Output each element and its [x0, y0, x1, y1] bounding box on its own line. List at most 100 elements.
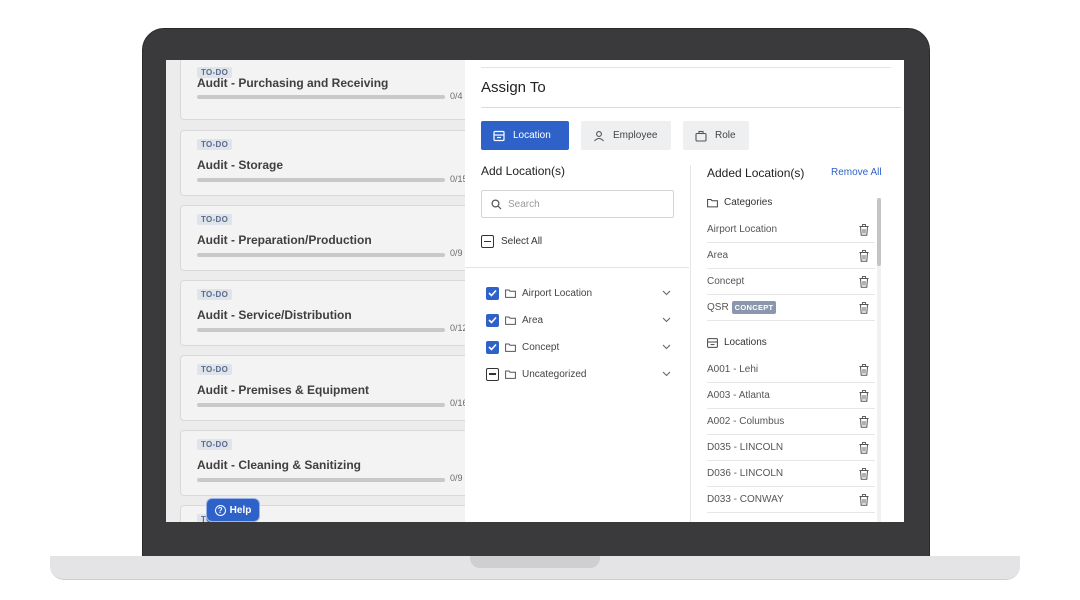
partial-checkbox-icon[interactable]	[486, 367, 499, 381]
added-location-item: A003 - Atlanta	[707, 383, 875, 409]
added-item-label-wrap: QSR CONCEPT	[707, 301, 859, 314]
tree-item-concept[interactable]: Concept	[486, 338, 671, 356]
scrollbar-thumb[interactable]	[877, 198, 881, 266]
trash-icon[interactable]	[859, 389, 869, 402]
select-all-label: Select All	[501, 236, 543, 247]
task-progress-bar	[197, 95, 445, 99]
add-locations-heading: Add Location(s)	[481, 164, 566, 178]
chevron-down-icon[interactable]	[662, 290, 671, 296]
task-list: TO-DO Audit - Purchasing and Receiving 0…	[166, 60, 466, 522]
chevron-down-icon[interactable]	[662, 344, 671, 350]
tab-role-label: Role	[715, 130, 736, 141]
added-category-item: Airport Location	[707, 217, 875, 243]
added-item-label: A002 - Columbus	[707, 416, 785, 427]
added-item-label: A001 - Lehi	[707, 364, 759, 375]
task-card[interactable]: TO-DO Audit - Cleaning & Sanitizing 0/9	[180, 430, 466, 496]
folder-icon	[707, 198, 718, 207]
added-item-label: D036 - LINCOLN	[707, 468, 784, 479]
divider	[481, 67, 891, 68]
categories-heading-label: Categories	[724, 197, 773, 208]
locations-heading-label: Locations	[724, 337, 767, 348]
column-divider	[690, 165, 691, 522]
added-locations-heading: Added Location(s)	[707, 166, 805, 180]
trash-icon[interactable]	[859, 441, 869, 454]
task-progress-bar	[197, 253, 445, 257]
task-progress-bar	[197, 403, 445, 407]
search-icon	[491, 198, 502, 209]
added-location-item: D033 - CONWAY	[707, 487, 875, 513]
added-item-label: A003 - Atlanta	[707, 390, 770, 401]
chevron-down-icon[interactable]	[662, 317, 671, 323]
trash-icon[interactable]	[859, 301, 869, 314]
person-icon	[594, 130, 604, 141]
locations-heading: Locations	[707, 337, 767, 348]
help-label: Help	[229, 504, 252, 516]
task-progress-count: 0/9	[450, 473, 463, 483]
tree-item-airport-location[interactable]: Airport Location	[486, 284, 671, 302]
location-icon	[493, 130, 505, 141]
tree-item-label: Concept	[522, 341, 560, 353]
task-progress-count: 0/15	[450, 174, 466, 184]
tree-item-label: Airport Location	[522, 287, 593, 299]
task-card[interactable]: TO-DO Audit - Preparation/Production 0/9	[180, 205, 466, 271]
added-item-label: QSR	[707, 302, 729, 313]
task-title: Audit - Storage	[197, 158, 283, 172]
task-status-tag: TO-DO	[197, 364, 233, 375]
search-box[interactable]	[481, 190, 674, 218]
trash-icon[interactable]	[859, 223, 869, 236]
question-icon: ?	[214, 504, 226, 516]
task-title: Audit - Service/Distribution	[197, 308, 352, 322]
laptop-screen: TO-DO Audit - Purchasing and Receiving 0…	[166, 60, 904, 522]
tree-item-area[interactable]: Area	[486, 311, 671, 329]
select-all-checkbox[interactable]: Select All	[481, 235, 542, 248]
divider	[481, 107, 901, 108]
trash-icon[interactable]	[859, 493, 869, 506]
added-item-label: Airport Location	[707, 224, 778, 235]
task-card[interactable]: TO-DO Audit - Purchasing and Receiving 0…	[180, 60, 466, 120]
folder-icon	[505, 343, 516, 352]
task-progress-bar	[197, 478, 445, 482]
checked-checkbox-icon[interactable]	[486, 313, 499, 327]
task-title: Audit - Preparation/Production	[197, 233, 372, 247]
task-status-tag: TO-DO	[197, 214, 233, 225]
tab-location[interactable]: Location	[481, 121, 569, 150]
checked-checkbox-icon[interactable]	[486, 340, 499, 354]
tree-item-label: Area	[522, 314, 544, 326]
checked-checkbox-icon[interactable]	[486, 286, 499, 300]
tree-item-uncategorized[interactable]: Uncategorized	[486, 365, 671, 383]
tab-employee[interactable]: Employee	[581, 121, 671, 150]
task-card[interactable]: TO-DO Audit - Storage 0/15	[180, 130, 466, 196]
added-item-label: Area	[707, 250, 729, 261]
trash-icon[interactable]	[859, 415, 869, 428]
location-icon	[707, 337, 718, 348]
help-button[interactable]: ? Help	[206, 498, 260, 522]
trash-icon[interactable]	[859, 275, 869, 288]
task-progress-bar	[197, 178, 445, 182]
task-card[interactable]: TO-DO Audit - Service/Distribution 0/12	[180, 280, 466, 346]
added-category-item: QSR CONCEPT	[707, 295, 875, 321]
trash-icon[interactable]	[859, 467, 869, 480]
added-location-item: A001 - Lehi	[707, 357, 875, 383]
added-category-item: Area	[707, 243, 875, 269]
stage: TO-DO Audit - Purchasing and Receiving 0…	[0, 0, 1080, 600]
remove-all-link[interactable]: Remove All	[831, 167, 882, 178]
folder-icon	[505, 316, 516, 325]
added-location-item: A002 - Columbus	[707, 409, 875, 435]
task-card[interactable]: TO-DO Audit - Premises & Equipment 0/16	[180, 355, 466, 421]
trash-icon[interactable]	[859, 363, 869, 376]
task-progress-bar	[197, 328, 445, 332]
panel-title: Assign To	[481, 79, 546, 96]
task-progress-count: 0/4	[450, 91, 463, 101]
task-progress-count: 0/16	[450, 398, 466, 408]
chevron-down-icon[interactable]	[662, 371, 671, 377]
task-progress-count: 0/9	[450, 248, 463, 258]
task-title: Audit - Premises & Equipment	[197, 383, 370, 397]
trash-icon[interactable]	[859, 249, 869, 262]
search-input[interactable]	[508, 198, 658, 210]
added-item-label: D033 - CONWAY	[707, 494, 784, 505]
added-item-label: D035 - LINCOLN	[707, 442, 784, 453]
tab-role[interactable]: Role	[683, 121, 749, 150]
task-status-tag: TO-DO	[197, 439, 233, 450]
added-location-item: D035 - LINCOLN	[707, 435, 875, 461]
task-status-tag: TO-DO	[197, 289, 233, 300]
